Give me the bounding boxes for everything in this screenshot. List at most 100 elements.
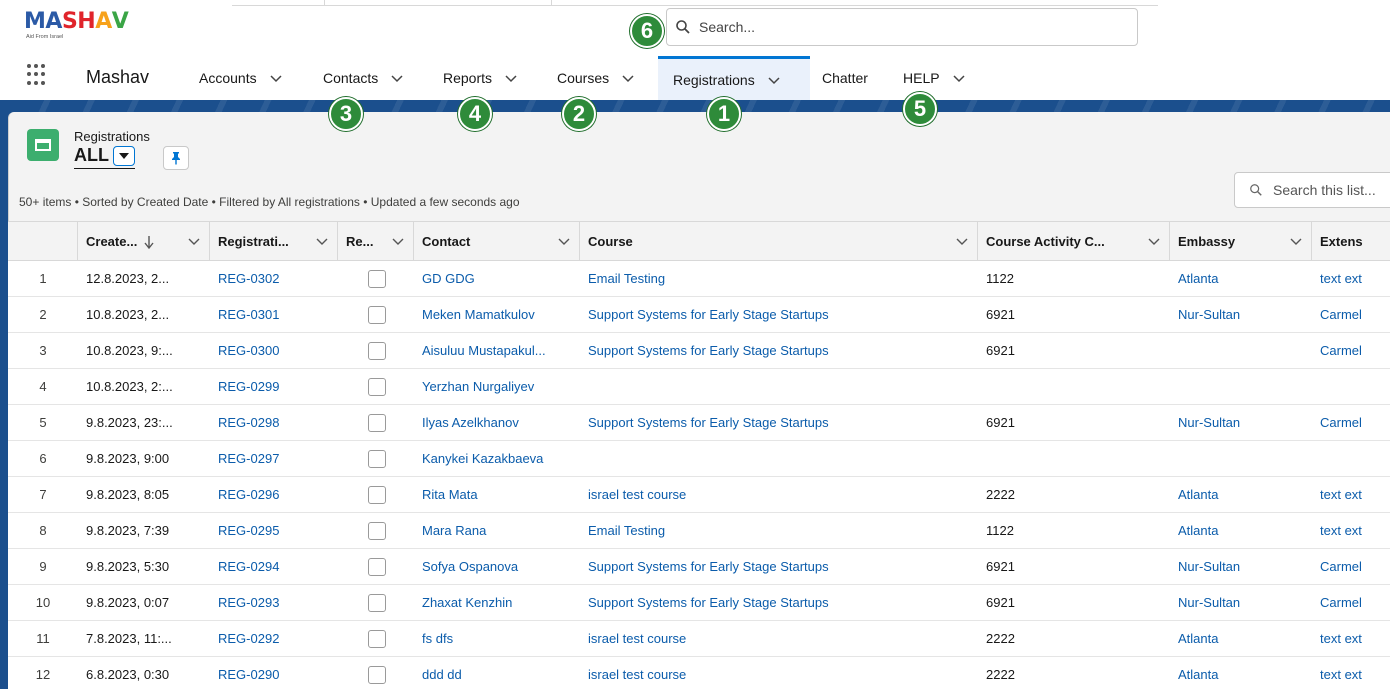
cell-contact-link[interactable]: Ilyas Azelkhanov [414, 405, 580, 440]
chevron-down-icon[interactable] [269, 71, 283, 85]
cell-embassy-link[interactable]: Nur-Sultan [1170, 549, 1312, 584]
cell-extension-link[interactable]: text ext [1312, 657, 1390, 689]
cell-embassy-link[interactable]: Atlanta [1170, 261, 1312, 296]
cell-course-link[interactable]: Email Testing [580, 261, 978, 296]
cell-registration-link-text[interactable]: REG-0293 [218, 595, 279, 610]
search-this-list-input[interactable]: Search this list... [1234, 172, 1390, 208]
cell-extension-link[interactable]: Carmel [1312, 549, 1390, 584]
cell-registration-link-text[interactable]: REG-0300 [218, 343, 279, 358]
cell-contact-link-text[interactable]: Sofya Ospanova [422, 559, 518, 574]
global-search-input[interactable]: Search... [666, 8, 1138, 46]
list-view-name[interactable]: ALL [74, 145, 135, 169]
table-row[interactable]: 7 9.8.2023, 8:05 REG-0296 Rita Mata israel t… [8, 477, 1390, 513]
cell-embassy-link-text[interactable]: Atlanta [1178, 523, 1218, 538]
nav-tab-contacts[interactable]: Contacts [323, 56, 404, 100]
cell-registration-link-text[interactable]: REG-0301 [218, 307, 279, 322]
cell-registration-link[interactable]: REG-0302 [210, 261, 338, 296]
cell-registration-link[interactable]: REG-0299 [210, 369, 338, 404]
cell-course-link-text[interactable]: Email Testing [588, 523, 665, 538]
table-row[interactable]: 3 10.8.2023, 9:... REG-0300 Aisuluu Mustapa… [8, 333, 1390, 369]
cell-contact-link[interactable]: Yerzhan Nurgaliyev [414, 369, 580, 404]
cell-registration-link-text[interactable]: REG-0290 [218, 667, 279, 682]
nav-tab-chatter[interactable]: Chatter [822, 56, 868, 100]
row-checkbox[interactable] [368, 485, 386, 504]
cell-contact-link-text[interactable]: GD GDG [422, 271, 475, 286]
cell-registration-link[interactable]: REG-0293 [210, 585, 338, 620]
row-checkbox[interactable] [368, 521, 386, 540]
cell-registration-link[interactable]: REG-0290 [210, 657, 338, 689]
cell-extension-link[interactable]: text ext [1312, 621, 1390, 656]
cell-contact-link-text[interactable]: Ilyas Azelkhanov [422, 415, 519, 430]
cell-course-link[interactable]: Support Systems for Early Stage Startups [580, 297, 978, 332]
cell-contact-link[interactable]: ddd dd [414, 657, 580, 689]
column-header-course-activity[interactable]: Course Activity C... [978, 222, 1170, 261]
nav-tab-registrations[interactable]: Registrations [658, 56, 810, 100]
cell-extension-link-text[interactable]: Carmel [1320, 415, 1362, 430]
cell-extension-link[interactable]: text ext [1312, 261, 1390, 296]
nav-tab-accounts[interactable]: Accounts [199, 56, 283, 100]
pin-list-view-button[interactable] [163, 146, 189, 170]
cell-course-link-text[interactable]: Support Systems for Early Stage Startups [588, 559, 829, 574]
cell-course-link[interactable]: Support Systems for Early Stage Startups [580, 333, 978, 368]
cell-embassy-link-text[interactable]: Atlanta [1178, 487, 1218, 502]
cell-embassy-link-text[interactable]: Nur-Sultan [1178, 559, 1240, 574]
column-header-created-date[interactable]: Create... [78, 222, 210, 261]
column-header-re[interactable]: Re... [338, 222, 414, 261]
cell-contact-link-text[interactable]: Mara Rana [422, 523, 486, 538]
cell-registration-link[interactable]: REG-0301 [210, 297, 338, 332]
cell-registration-link-text[interactable]: REG-0298 [218, 415, 279, 430]
cell-embassy-link[interactable]: Atlanta [1170, 657, 1312, 689]
chevron-down-icon[interactable] [504, 71, 518, 85]
list-view-dropdown-button[interactable] [113, 145, 135, 166]
cell-embassy-link-text[interactable]: Nur-Sultan [1178, 307, 1240, 322]
cell-extension-link[interactable]: Carmel [1312, 333, 1390, 368]
cell-course-link-text[interactable]: Email Testing [588, 271, 665, 286]
cell-embassy-link-text[interactable]: Atlanta [1178, 271, 1218, 286]
cell-course-link[interactable]: israel test course [580, 477, 978, 512]
cell-course-link-text[interactable]: israel test course [588, 667, 686, 682]
row-checkbox[interactable] [368, 341, 386, 360]
cell-contact-link-text[interactable]: Kanykei Kazakbaeva [422, 451, 543, 466]
cell-course-link-text[interactable]: israel test course [588, 487, 686, 502]
chevron-down-icon[interactable] [1289, 234, 1303, 248]
cell-extension-link[interactable]: Carmel [1312, 297, 1390, 332]
row-checkbox[interactable] [368, 665, 386, 684]
cell-registration-link-text[interactable]: REG-0295 [218, 523, 279, 538]
cell-registration-link-text[interactable]: REG-0296 [218, 487, 279, 502]
cell-registration-link[interactable]: REG-0295 [210, 513, 338, 548]
cell-registration-link-text[interactable]: REG-0297 [218, 451, 279, 466]
cell-course-link-text[interactable]: israel test course [588, 631, 686, 646]
cell-contact-link-text[interactable]: ddd dd [422, 667, 462, 682]
chevron-down-icon[interactable] [557, 234, 571, 248]
chevron-down-icon[interactable] [955, 234, 969, 248]
cell-course-link-text[interactable]: Support Systems for Early Stage Startups [588, 343, 829, 358]
cell-embassy-link-text[interactable]: Nur-Sultan [1178, 415, 1240, 430]
cell-contact-link-text[interactable]: Meken Mamatkulov [422, 307, 535, 322]
mashav-logo[interactable]: MASHAV Aid From Israel [24, 10, 144, 48]
cell-extension-link-text[interactable]: text ext [1320, 487, 1362, 502]
cell-embassy-link[interactable]: Nur-Sultan [1170, 585, 1312, 620]
row-checkbox[interactable] [368, 593, 386, 612]
cell-contact-link[interactable]: Rita Mata [414, 477, 580, 512]
table-row[interactable]: 5 9.8.2023, 23:... REG-0298 Ilyas Azelkhano… [8, 405, 1390, 441]
cell-course-link[interactable]: Support Systems for Early Stage Startups [580, 585, 978, 620]
row-checkbox[interactable] [368, 629, 386, 648]
cell-contact-link-text[interactable]: Aisuluu Mustapakul... [422, 343, 546, 358]
cell-embassy-link-text[interactable]: Atlanta [1178, 667, 1218, 682]
cell-extension-link-text[interactable]: text ext [1320, 631, 1362, 646]
cell-registration-link-text[interactable]: REG-0302 [218, 271, 279, 286]
cell-contact-link[interactable]: Sofya Ospanova [414, 549, 580, 584]
cell-course-link[interactable]: israel test course [580, 657, 978, 689]
cell-embassy-link[interactable]: Nur-Sultan [1170, 297, 1312, 332]
cell-registration-link-text[interactable]: REG-0294 [218, 559, 279, 574]
cell-contact-link[interactable]: Meken Mamatkulov [414, 297, 580, 332]
table-row[interactable]: 8 9.8.2023, 7:39 REG-0295 Mara Rana Email Te… [8, 513, 1390, 549]
cell-extension-link-text[interactable]: Carmel [1320, 343, 1362, 358]
table-row[interactable]: 10 9.8.2023, 0:07 REG-0293 Zhaxat Kenzhin Su… [8, 585, 1390, 621]
cell-contact-link-text[interactable]: Zhaxat Kenzhin [422, 595, 512, 610]
cell-registration-link-text[interactable]: REG-0292 [218, 631, 279, 646]
cell-contact-link[interactable]: GD GDG [414, 261, 580, 296]
column-header-embassy[interactable]: Embassy [1170, 222, 1312, 261]
chevron-down-icon[interactable] [952, 71, 966, 85]
cell-registration-link[interactable]: REG-0298 [210, 405, 338, 440]
